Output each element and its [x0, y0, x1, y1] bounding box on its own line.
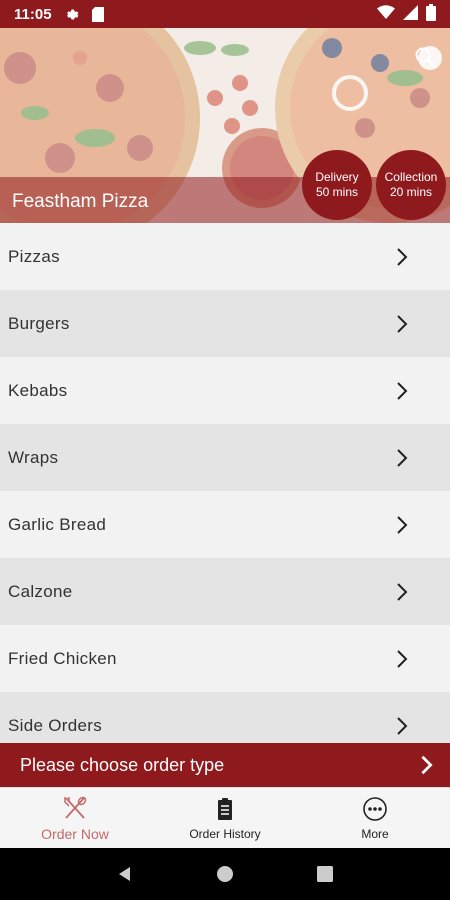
tab-label: Order Now [41, 826, 109, 842]
menu-item-kebabs[interactable]: Kebabs [0, 357, 450, 424]
order-type-label: Please choose order type [20, 754, 225, 775]
delivery-time-badge: Delivery 50 mins [302, 150, 372, 220]
collection-time-badge: Collection 20 mins [376, 150, 446, 220]
menu-item-wraps[interactable]: Wraps [0, 424, 450, 491]
restaurant-header: Feastham Pizza Delivery 50 mins Collecti… [0, 28, 450, 223]
back-icon[interactable] [113, 862, 137, 886]
chevron-right-icon [397, 716, 408, 735]
choose-order-type-bar[interactable]: Please choose order type [0, 743, 450, 787]
menu-item-label: Fried Chicken [8, 648, 117, 668]
chevron-right-icon [397, 515, 408, 534]
recents-icon[interactable] [313, 862, 337, 886]
status-time: 11:05 [14, 5, 52, 23]
menu-item-label: Side Orders [8, 715, 103, 735]
chevron-right-icon [397, 448, 408, 467]
menu-item-calzone[interactable]: Calzone [0, 558, 450, 625]
collection-time: 20 mins [389, 185, 433, 199]
wifi-icon [377, 5, 395, 23]
search-icon[interactable] [414, 46, 436, 68]
clipboard-icon [218, 798, 232, 820]
collection-label: Collection [384, 170, 438, 184]
menu-category-list: Pizzas Burgers Kebabs Wraps Garlic Bread… [0, 223, 450, 743]
chevron-right-icon [421, 755, 433, 775]
menu-item-label: Calzone [8, 581, 73, 601]
menu-item-label: Pizzas [8, 246, 60, 266]
chevron-right-icon [397, 314, 408, 333]
chevron-right-icon [397, 649, 408, 668]
bottom-tab-bar: Order Now Order History More [0, 787, 450, 848]
battery-icon [426, 3, 436, 25]
chevron-right-icon [397, 582, 408, 601]
menu-item-garlic-bread[interactable]: Garlic Bread [0, 491, 450, 558]
menu-item-burgers[interactable]: Burgers [0, 290, 450, 357]
menu-item-label: Burgers [8, 313, 70, 333]
more-icon [363, 797, 387, 821]
status-bar: 11:05 [0, 0, 450, 28]
menu-item-fried-chicken[interactable]: Fried Chicken [0, 625, 450, 692]
tab-more[interactable]: More [300, 788, 450, 848]
chevron-right-icon [397, 381, 408, 400]
delivery-label: Delivery [315, 170, 359, 184]
menu-item-label: Kebabs [8, 380, 68, 400]
tab-label: More [361, 827, 389, 841]
tab-order-history[interactable]: Order History [150, 788, 300, 848]
menu-item-pizzas[interactable]: Pizzas [0, 223, 450, 290]
home-icon[interactable] [213, 862, 237, 886]
delivery-time: 50 mins [315, 185, 359, 199]
status-right-icons [377, 3, 436, 25]
menu-item-label: Wraps [8, 447, 59, 467]
menu-item-label: Garlic Bread [8, 514, 107, 534]
fork-knife-icon [64, 796, 87, 819]
system-navigation-bar [0, 848, 450, 900]
tab-label: Order History [189, 827, 261, 841]
signal-icon [403, 4, 418, 24]
menu-item-side-orders[interactable]: Side Orders [0, 692, 450, 743]
gear-icon [64, 6, 80, 22]
sim-card-icon [90, 6, 106, 22]
tab-order-now[interactable]: Order Now [0, 788, 150, 848]
chevron-right-icon [397, 247, 408, 266]
restaurant-name: Feastham Pizza [12, 191, 149, 212]
